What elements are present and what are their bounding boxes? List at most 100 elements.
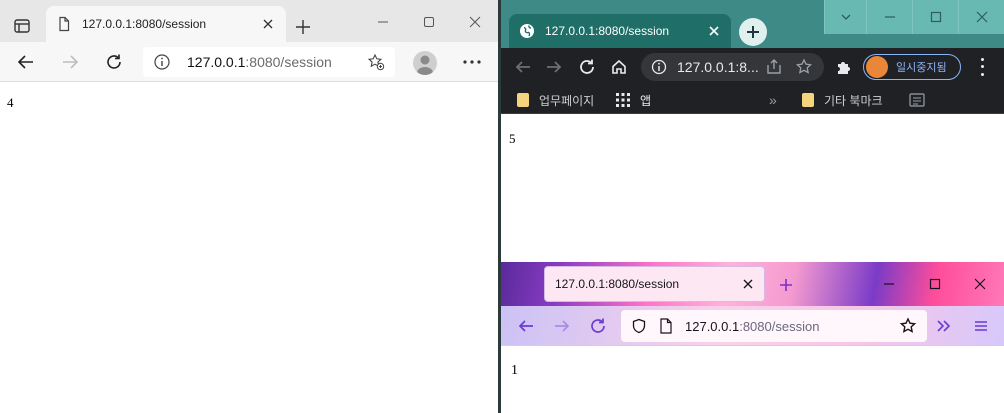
firefox-tab-strip: 127.0.0.1:8080/session xyxy=(501,262,1004,306)
address-bar[interactable]: 127.0.0.1:8080/session xyxy=(621,310,927,342)
star-icon[interactable] xyxy=(899,317,917,335)
tab-search-button[interactable] xyxy=(824,0,866,34)
address-bar[interactable]: 127.0.0.1:8080/session xyxy=(143,47,395,77)
back-icon xyxy=(17,55,33,69)
reading-list-button[interactable] xyxy=(909,91,925,109)
maximize-button[interactable] xyxy=(912,0,958,34)
minimize-icon xyxy=(884,16,895,18)
page-content: 5 xyxy=(501,115,1004,262)
page-icon[interactable] xyxy=(659,318,673,334)
menu-button[interactable] xyxy=(970,315,992,337)
add-favorite-icon[interactable] xyxy=(367,53,385,71)
session-count: 5 xyxy=(509,131,516,146)
chrome-toolbar: 127.0.0.1:8... 일시중지됨 xyxy=(501,48,1004,86)
address-text: 127.0.0.1:8... xyxy=(677,59,759,75)
bookmark-apps[interactable]: 앱 xyxy=(616,91,651,109)
minimize-button[interactable] xyxy=(360,8,406,36)
info-icon[interactable] xyxy=(651,59,667,75)
new-tab-button[interactable] xyxy=(777,276,795,294)
edge-active-tab[interactable]: 127.0.0.1:8080/session xyxy=(46,6,286,42)
close-icon xyxy=(974,278,986,290)
reload-button[interactable] xyxy=(587,315,609,337)
back-button[interactable] xyxy=(515,315,537,337)
back-icon xyxy=(515,61,530,73)
plus-icon xyxy=(780,279,792,291)
back-button[interactable] xyxy=(511,55,535,79)
session-count: 4 xyxy=(7,95,14,110)
puzzle-icon xyxy=(838,62,850,74)
folder-icon xyxy=(517,93,529,107)
chrome-active-tab[interactable]: 127.0.0.1:8080/session xyxy=(509,14,731,48)
tab-title: 127.0.0.1:8080/session xyxy=(82,17,207,31)
new-tab-button[interactable] xyxy=(290,14,316,40)
forward-icon xyxy=(547,61,562,73)
folder-icon xyxy=(802,93,814,107)
back-icon xyxy=(518,320,533,332)
maximize-icon xyxy=(424,17,434,27)
extensions-button[interactable] xyxy=(832,55,856,79)
double-chevron-right-icon xyxy=(937,320,951,332)
close-window-button[interactable] xyxy=(960,272,1000,296)
new-tab-button[interactable] xyxy=(739,18,767,46)
firefox-toolbar: 127.0.0.1:8080/session xyxy=(501,306,1004,346)
profile-button[interactable]: 일시중지됨 xyxy=(863,54,961,80)
close-icon[interactable] xyxy=(260,16,276,32)
chrome-tab-strip: 127.0.0.1:8080/session xyxy=(501,0,1004,48)
close-window-button[interactable] xyxy=(958,0,1004,34)
bookmarks-overflow-button[interactable]: » xyxy=(769,91,777,109)
bookmark-folder-business[interactable]: 업무페이지 xyxy=(517,91,594,109)
apps-grid-icon xyxy=(616,93,630,107)
maximize-button[interactable] xyxy=(406,8,452,36)
reading-list-icon xyxy=(909,93,925,107)
share-button[interactable] xyxy=(762,55,786,79)
forward-icon xyxy=(555,320,570,332)
profile-status: 일시중지됨 xyxy=(896,62,947,74)
firefox-window: 127.0.0.1:8080/session 127.0.0.1:8080/se… xyxy=(501,262,1004,413)
maximize-button[interactable] xyxy=(915,272,955,296)
back-button[interactable] xyxy=(14,50,38,74)
bookmark-star-button[interactable] xyxy=(792,55,816,79)
forward-icon xyxy=(63,55,79,69)
tab-title: 127.0.0.1:8080/session xyxy=(545,24,670,38)
chrome-window: 127.0.0.1:8080/session 127.0.0.1:8... 일시… xyxy=(501,0,1004,262)
more-icon[interactable] xyxy=(460,52,484,72)
edge-toolbar: 127.0.0.1:8080/session xyxy=(0,42,498,82)
edge-window: 127.0.0.1:8080/session 127.0.0.1:8080/se… xyxy=(0,0,498,413)
firefox-active-tab[interactable]: 127.0.0.1:8080/session xyxy=(544,266,765,302)
info-icon[interactable] xyxy=(153,53,171,71)
forward-button[interactable] xyxy=(58,50,82,74)
address-text: 127.0.0.1:8080/session xyxy=(187,54,332,70)
reload-button[interactable] xyxy=(102,50,126,74)
bookmark-folder-other[interactable]: 기타 북마크 xyxy=(802,91,883,109)
shield-icon[interactable] xyxy=(631,318,647,334)
reload-button[interactable] xyxy=(575,55,599,79)
forward-button[interactable] xyxy=(551,315,573,337)
reload-icon xyxy=(107,54,121,69)
maximize-icon xyxy=(930,11,941,23)
minimize-icon xyxy=(884,283,894,285)
session-count: 1 xyxy=(511,363,518,378)
reload-icon xyxy=(580,59,594,74)
menu-icon[interactable] xyxy=(973,56,991,78)
forward-button[interactable] xyxy=(542,55,566,79)
page-content: 1 xyxy=(501,347,1004,413)
overflow-button[interactable] xyxy=(933,315,955,337)
avatar[interactable] xyxy=(413,51,437,75)
close-icon xyxy=(469,16,481,28)
chevron-down-icon xyxy=(841,14,850,20)
tab-actions-icon[interactable] xyxy=(8,12,36,40)
page-icon xyxy=(56,16,72,32)
star-icon xyxy=(795,58,813,74)
minimize-button[interactable] xyxy=(866,0,912,34)
edge-tab-strip: 127.0.0.1:8080/session xyxy=(0,0,498,42)
page-content: 4 xyxy=(0,83,498,413)
close-icon[interactable] xyxy=(707,24,721,38)
window-controls xyxy=(824,0,1004,34)
home-button[interactable] xyxy=(607,55,631,79)
close-icon[interactable] xyxy=(742,278,754,290)
close-window-button[interactable] xyxy=(452,8,498,36)
minimize-button[interactable] xyxy=(869,272,909,296)
close-icon xyxy=(976,11,987,23)
maximize-icon xyxy=(929,278,941,290)
tab-title: 127.0.0.1:8080/session xyxy=(555,277,680,291)
